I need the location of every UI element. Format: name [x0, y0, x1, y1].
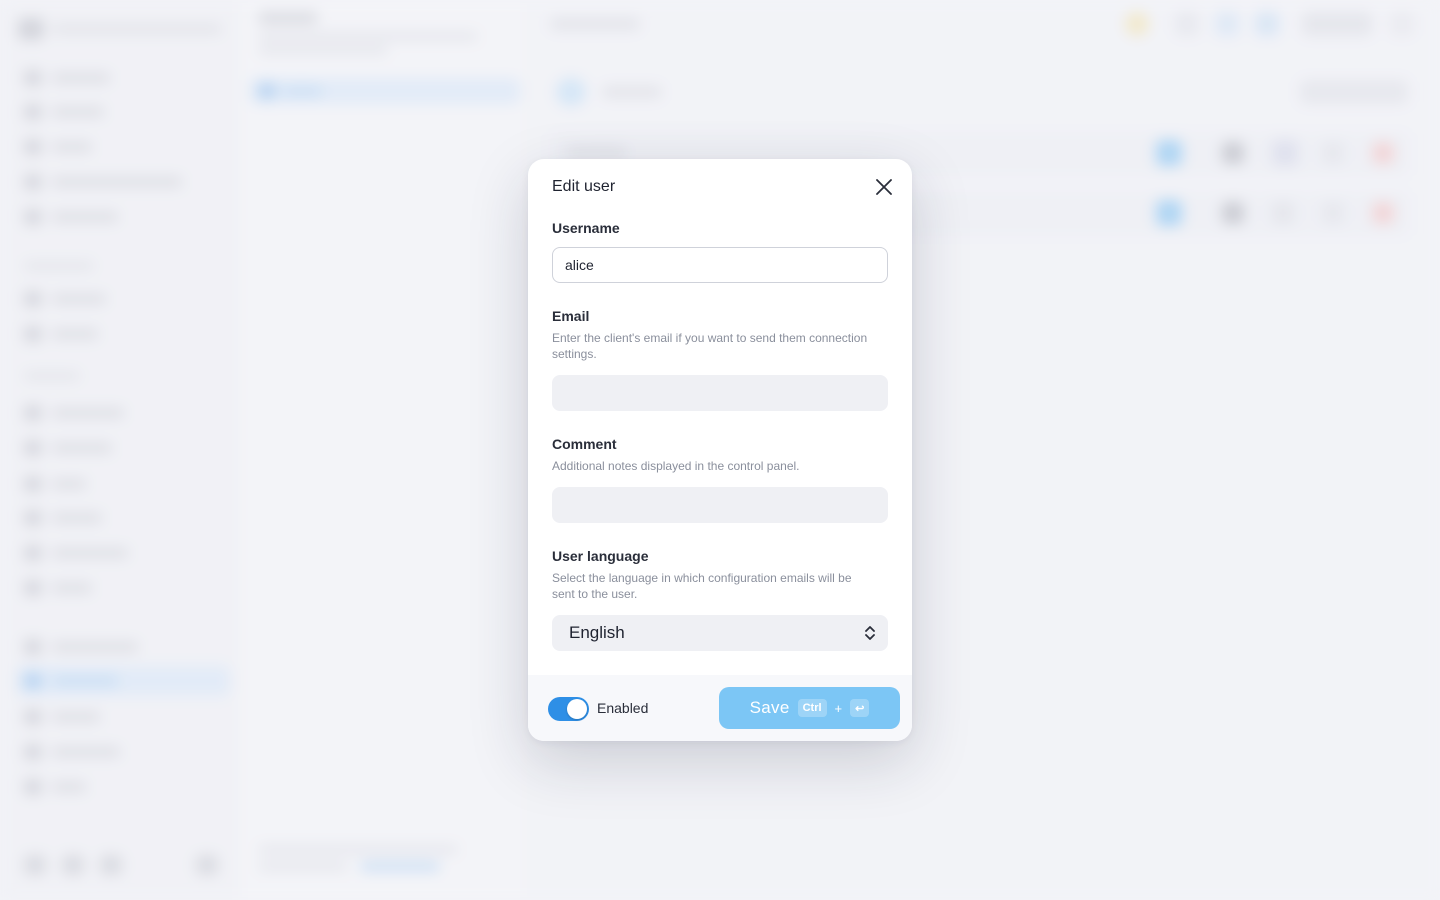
- language-label: User language: [552, 548, 649, 564]
- comment-label: Comment: [552, 436, 617, 452]
- close-icon: [876, 179, 892, 195]
- email-label: Email: [552, 308, 590, 324]
- enabled-toggle-label: Enabled: [597, 700, 649, 716]
- close-button[interactable]: [872, 175, 896, 199]
- save-button[interactable]: Save Ctrl + ↩: [719, 687, 900, 729]
- chevron-up-down-icon: [865, 626, 875, 640]
- username-label: Username: [552, 220, 620, 236]
- language-select[interactable]: English: [552, 615, 888, 651]
- language-hint: Select the language in which configurati…: [552, 571, 852, 601]
- email-input[interactable]: [552, 375, 888, 411]
- enter-key-icon: ↩: [850, 699, 870, 717]
- dialog-title: Edit user: [552, 178, 616, 195]
- username-input[interactable]: [552, 247, 888, 283]
- edit-user-dialog: Edit user Username Email Enter the clien…: [528, 159, 912, 741]
- comment-input[interactable]: [552, 487, 888, 523]
- email-hint: Enter the client's email if you want to …: [552, 331, 868, 361]
- dialog-footer: Enabled Save Ctrl + ↩: [528, 675, 912, 741]
- save-button-label: Save: [749, 698, 790, 717]
- language-select-value: English: [569, 623, 625, 642]
- comment-hint: Additional notes displayed in the contro…: [552, 459, 800, 473]
- toggle-knob: [567, 699, 587, 719]
- shortcut-plus: +: [834, 700, 843, 716]
- ctrl-key-badge: Ctrl: [797, 699, 827, 717]
- enabled-toggle[interactable]: [548, 697, 589, 721]
